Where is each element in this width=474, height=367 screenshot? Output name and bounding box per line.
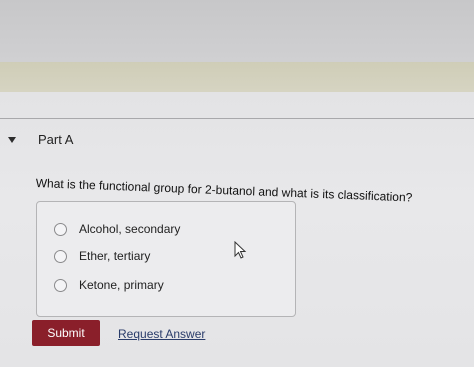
top-band bbox=[0, 0, 474, 62]
choice-option[interactable]: Ether, tertiary bbox=[54, 249, 150, 263]
section-divider bbox=[0, 118, 474, 119]
choice-label: Ketone, primary bbox=[79, 278, 164, 292]
radio-button[interactable] bbox=[54, 222, 67, 236]
choice-option[interactable]: Alcohol, secondary bbox=[54, 222, 180, 236]
collapse-arrow-icon[interactable] bbox=[8, 137, 16, 143]
highlight-band bbox=[0, 62, 474, 92]
choice-label: Alcohol, secondary bbox=[79, 222, 181, 236]
part-title: Part A bbox=[38, 132, 74, 147]
radio-button[interactable] bbox=[54, 278, 67, 292]
choice-option[interactable]: Ketone, primary bbox=[54, 278, 164, 292]
mouse-pointer-icon bbox=[234, 241, 247, 259]
radio-button[interactable] bbox=[54, 249, 67, 263]
choice-label: Ether, tertiary bbox=[79, 249, 151, 263]
request-answer-link[interactable]: Request Answer bbox=[118, 327, 205, 341]
submit-button[interactable]: Submit bbox=[32, 320, 100, 346]
